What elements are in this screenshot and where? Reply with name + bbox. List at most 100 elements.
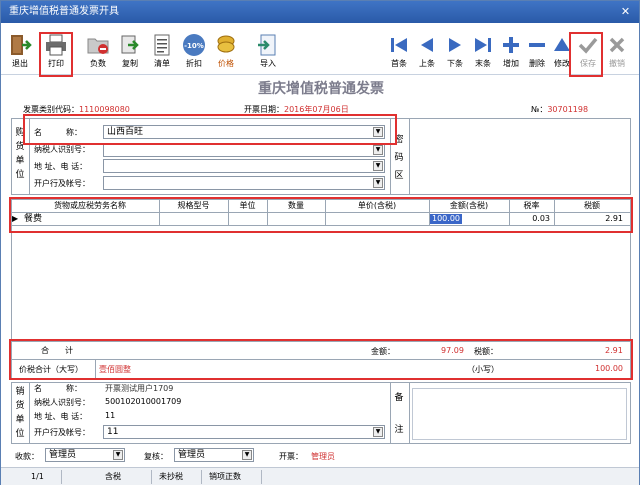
import-doc-icon xyxy=(258,34,276,56)
copy-doc-icon xyxy=(121,35,139,54)
prev-button[interactable]: 上条 xyxy=(412,29,442,73)
x-icon xyxy=(609,37,625,53)
chevron-down-icon[interactable]: ▼ xyxy=(373,145,383,155)
invoice-date-value: 2016年07月06日 xyxy=(284,105,349,114)
list-button[interactable]: 清单 xyxy=(147,29,177,73)
next-label: 下条 xyxy=(447,59,463,68)
copy-button[interactable]: 复制 xyxy=(115,29,145,73)
checkmark-icon xyxy=(578,37,598,54)
caps-total-label: 价税合计（大写） xyxy=(19,365,83,374)
first-record-icon xyxy=(391,38,407,52)
caps-total-value: 壹佰圆整 xyxy=(99,365,131,374)
reviewer-value: 管理员 xyxy=(178,450,206,460)
buyer-addr-label: 地 址、电 话： xyxy=(34,162,88,171)
coins-icon xyxy=(217,35,235,53)
reviewer-label: 复核： xyxy=(144,452,168,461)
cancel-label: 撤销 xyxy=(609,59,625,68)
total-tax-value: 2.91 xyxy=(605,346,623,355)
col-spec-header: 规格型号 xyxy=(177,201,210,210)
last-button[interactable]: 末条 xyxy=(468,29,498,73)
cipher-label: 密码区 xyxy=(394,135,404,181)
col-price-header: 单价(含税) xyxy=(357,201,397,210)
small-total-label: （小写） xyxy=(467,365,499,374)
payee-value: 管理员 xyxy=(49,450,77,460)
seller-bank-value: 11 xyxy=(107,427,119,437)
invoice-number: №：30701198 xyxy=(531,104,588,115)
prev-record-icon xyxy=(421,38,433,52)
buyer-tax-field[interactable]: ▼ xyxy=(103,143,385,157)
drawer-label: 开票： xyxy=(279,452,303,461)
seller-addr-value: 11 xyxy=(105,411,116,420)
plus-icon xyxy=(503,37,519,53)
close-button[interactable]: ✕ xyxy=(618,4,633,19)
seller-tax-value: 500102010001709 xyxy=(105,397,182,406)
print-label: 打印 xyxy=(48,59,64,68)
exit-button[interactable]: 退出 xyxy=(5,29,35,73)
drawer-value: 管理员 xyxy=(311,452,335,461)
discount-button[interactable]: -10% 折扣 xyxy=(179,29,209,73)
buyer-name-field[interactable]: 山西百旺 ▼ xyxy=(103,125,385,139)
item-amount[interactable]: 100.00 xyxy=(430,214,462,224)
reviewer-select[interactable]: 管理员 ▼ xyxy=(174,448,254,462)
discount-label: 折扣 xyxy=(186,59,202,68)
seller-name-label: 名 称： xyxy=(34,384,82,393)
buyer-bank-label: 开户行及帐号： xyxy=(34,179,90,188)
invoice-code-value: 1110098080 xyxy=(79,105,130,114)
status-copy: 未抄税 xyxy=(159,472,183,481)
small-total-value: 100.00 xyxy=(595,364,623,373)
title-bar: 重庆增值税普通发票开具 ✕ xyxy=(1,1,639,23)
last-record-icon xyxy=(475,38,491,52)
col-amount-header: 金额(含税) xyxy=(449,201,489,210)
buyer-bank-field[interactable]: ▼ xyxy=(103,176,385,190)
list-doc-icon xyxy=(154,34,170,56)
invoice-number-value: 30701198 xyxy=(547,105,589,114)
chevron-down-icon[interactable]: ▼ xyxy=(373,161,383,171)
invoice-code: 发票类别代码：1110098080 xyxy=(23,104,130,115)
col-name-header: 货物或应税劳务名称 xyxy=(54,201,126,210)
item-tax[interactable]: 2.91 xyxy=(557,213,623,225)
item-rate[interactable]: 0.03 xyxy=(510,213,550,225)
first-button[interactable]: 首条 xyxy=(384,29,414,73)
save-button[interactable]: 保存 xyxy=(573,29,603,73)
discount-badge-text: -10% xyxy=(184,42,204,50)
item-name[interactable]: 餐费 xyxy=(24,213,42,225)
table-row[interactable]: ▶ 餐费 100.00 0.03 2.91 xyxy=(12,213,630,225)
price-label: 价格 xyxy=(218,59,234,68)
remarks-label: 备注 xyxy=(394,393,404,435)
total-amount-value: 97.09 xyxy=(441,346,464,355)
chevron-down-icon[interactable]: ▼ xyxy=(373,127,383,137)
negative-button[interactable]: 负数 xyxy=(83,29,113,73)
seller-addr-label: 地 址、电 话： xyxy=(34,412,88,421)
status-bar: 1/1 含税 未抄税 销项正数 xyxy=(1,467,639,485)
total-amount-label: 金额： xyxy=(371,347,395,356)
save-label: 保存 xyxy=(580,59,596,68)
cancel-button[interactable]: 撤销 xyxy=(602,29,632,73)
buyer-tax-label: 纳税人识别号： xyxy=(34,145,90,154)
remarks-field[interactable] xyxy=(412,388,627,440)
price-button[interactable]: 价格 xyxy=(211,29,241,73)
seller-bank-field[interactable]: 11 ▼ xyxy=(103,425,385,439)
total-tax-label: 税额： xyxy=(474,347,498,356)
buyer-addr-field[interactable]: ▼ xyxy=(103,159,385,173)
chevron-down-icon[interactable]: ▼ xyxy=(242,450,252,460)
first-label: 首条 xyxy=(391,59,407,68)
status-page: 1/1 xyxy=(31,472,44,481)
print-button[interactable]: 打印 xyxy=(41,29,71,73)
row-pointer-icon: ▶ xyxy=(12,214,19,223)
toolbar: 退出 打印 负数 复制 清单 -10% 折扣 价格 导入 首条 上条 下条 末条… xyxy=(1,23,639,75)
add-label: 增加 xyxy=(503,59,519,68)
payee-select[interactable]: 管理员 ▼ xyxy=(45,448,125,462)
seller-side-label: 销货单位 xyxy=(15,387,25,439)
next-button[interactable]: 下条 xyxy=(440,29,470,73)
exit-door-icon xyxy=(11,35,32,55)
col-unit-header: 单位 xyxy=(239,201,256,210)
chevron-down-icon[interactable]: ▼ xyxy=(373,427,383,437)
chevron-down-icon[interactable]: ▼ xyxy=(373,178,383,188)
invoice-code-label: 发票类别代码： xyxy=(23,105,79,114)
seller-bank-label: 开户行及帐号： xyxy=(34,428,90,437)
prev-label: 上条 xyxy=(419,59,435,68)
invoice-number-label: №： xyxy=(531,105,548,114)
edit-triangle-icon xyxy=(554,38,570,51)
chevron-down-icon[interactable]: ▼ xyxy=(113,450,123,460)
import-button[interactable]: 导入 xyxy=(253,29,283,73)
